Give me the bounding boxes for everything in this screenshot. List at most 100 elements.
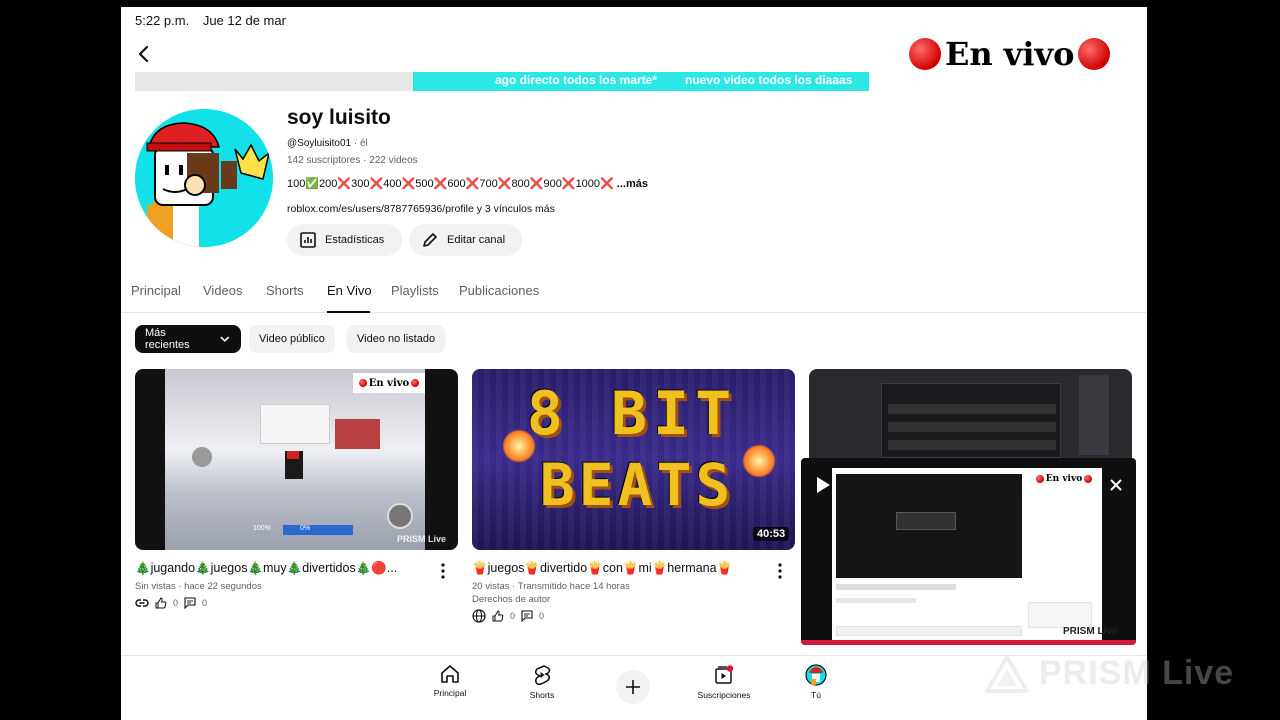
- close-icon[interactable]: [1109, 478, 1123, 492]
- play-icon[interactable]: [815, 476, 831, 494]
- comment-icon[interactable]: [184, 597, 196, 609]
- comment-icon[interactable]: [521, 610, 533, 622]
- comment-count: 0: [539, 611, 545, 621]
- nav-principal-label: Principal: [433, 688, 467, 698]
- more-options-icon[interactable]: [440, 563, 446, 579]
- chevron-down-icon: [220, 336, 230, 343]
- tab-principal[interactable]: Principal: [131, 283, 181, 298]
- video-meta: Sin vistas · hace 22 segundos: [135, 581, 262, 592]
- miniplayer[interactable]: En vivo PRISM Live: [801, 458, 1136, 645]
- video-title[interactable]: 🎄jugando🎄juegos🎄muy🎄divertidos🎄🔴...: [135, 561, 397, 576]
- home-icon: [441, 665, 459, 683]
- unlisted-link-icon: [135, 599, 149, 607]
- thumb-8bit-text: 8 BIT: [526, 379, 738, 449]
- comment-count: 0: [202, 598, 208, 608]
- like-icon[interactable]: [155, 597, 167, 609]
- channel-banner: ago directo todos los marte* nuevo video…: [135, 72, 869, 91]
- en-vivo-overlay-title: En vivo: [909, 35, 1111, 73]
- video-thumbnail[interactable]: En vivo 100% 0% PRISM Live: [135, 369, 458, 550]
- channel-handle-line: @Soyluisito01 · él: [287, 138, 368, 149]
- stats-button[interactable]: Estadísticas: [287, 224, 402, 256]
- nav-tu[interactable]: Tú: [786, 664, 846, 700]
- pencil-icon: [423, 233, 437, 247]
- roblox-gameplay-image: [165, 369, 425, 550]
- description-more-link[interactable]: ...más: [617, 178, 648, 190]
- channel-links[interactable]: roblox.com/es/users/8787765936/profile y…: [287, 203, 555, 215]
- like-count: 0: [510, 611, 516, 621]
- explosion-icon: [742, 444, 776, 478]
- nav-tu-label: Tú: [811, 690, 821, 700]
- video-copyright-notice: Derechos de autor: [472, 594, 551, 605]
- video-thumbnail[interactable]: 8 BIT BEATS 40:53: [472, 369, 795, 550]
- description-milestone: 200❌: [319, 178, 352, 190]
- thumb-prism-brand: PRISM Live: [397, 534, 447, 544]
- miniplayer-en-vivo-label: En vivo: [1028, 470, 1100, 488]
- video-duration: 40:53: [753, 527, 790, 541]
- red-dot-icon: [909, 38, 941, 70]
- tab-en-vivo[interactable]: En Vivo: [327, 283, 372, 298]
- tab-videos[interactable]: Videos: [203, 283, 243, 298]
- video-title[interactable]: 🍟juegos🍟divertido🍟con🍟mi🍟hermana🍟: [472, 561, 732, 576]
- miniplayer-progress-bar: [801, 640, 1136, 645]
- stats-button-label: Estadísticas: [325, 234, 385, 246]
- globe-icon: [472, 609, 486, 623]
- subscriptions-icon: [715, 665, 734, 684]
- prism-logo-icon: [985, 654, 1029, 693]
- settings-panel-image: [881, 383, 1061, 458]
- channel-name: soy luisito: [287, 106, 391, 129]
- shorts-icon: [534, 665, 551, 685]
- plus-icon: [626, 680, 640, 694]
- filter-unlisted-chip[interactable]: Video no listado: [347, 325, 446, 353]
- prism-watermark-text: PRISM Live: [1039, 654, 1235, 692]
- like-count: 0: [173, 598, 179, 608]
- edit-channel-button[interactable]: Editar canal: [409, 224, 522, 256]
- filter-public-chip[interactable]: Video público: [249, 325, 335, 353]
- channel-avatar[interactable]: [135, 109, 273, 247]
- channel-tabs: Principal Videos Shorts En Vivo Playlist…: [121, 271, 1147, 313]
- like-icon[interactable]: [492, 610, 504, 622]
- description-milestone: 500❌: [415, 178, 448, 190]
- banner-text-right: nuevo video todos los diaaas: [685, 73, 853, 87]
- en-vivo-overlay-text: En vivo: [945, 35, 1075, 73]
- subscriber-count: 142 suscriptores: [287, 155, 361, 166]
- thumb-beats-text: BEATS: [539, 451, 735, 519]
- thumb-hud-health: 100%: [253, 525, 271, 532]
- video-actions: 0 0: [135, 597, 207, 609]
- video-count: 222 videos: [369, 155, 418, 166]
- tab-playlists[interactable]: Playlists: [391, 283, 439, 298]
- description-milestone: 800❌: [511, 178, 544, 190]
- red-dot-icon: [1078, 38, 1111, 70]
- you-avatar-icon: [805, 664, 827, 686]
- miniplayer-video-frame: En vivo: [832, 468, 1102, 645]
- description-milestone: 600❌: [447, 178, 480, 190]
- description-milestone: 300❌: [351, 178, 384, 190]
- sort-chip-label: Más recientes: [145, 327, 190, 351]
- description-milestone: 1000❌: [575, 178, 614, 190]
- status-date: Jue 12 de mar: [202, 13, 286, 28]
- nav-suscripciones[interactable]: Suscripciones: [694, 664, 754, 700]
- back-arrow-icon[interactable]: [133, 43, 155, 65]
- description-milestone: 900❌: [543, 178, 576, 190]
- nav-shorts-label: Shorts: [529, 690, 555, 700]
- sort-most-recent-chip[interactable]: Más recientes: [135, 325, 241, 353]
- description-milestone: 700❌: [479, 178, 512, 190]
- nav-principal[interactable]: Principal: [420, 664, 480, 698]
- thumb-hud-shield: 0%: [300, 525, 311, 532]
- channel-stats: 142 suscriptores · 222 videos: [287, 155, 418, 166]
- prism-live-watermark: PRISM Live: [985, 654, 1234, 693]
- channel-handle: @Soyluisito01: [287, 138, 352, 149]
- channel-description[interactable]: 100✅200❌300❌400❌500❌600❌700❌800❌900❌1000…: [287, 177, 648, 190]
- tab-shorts[interactable]: Shorts: [266, 283, 304, 298]
- miniplayer-prism-brand: PRISM Live: [1063, 626, 1118, 637]
- video-meta: 20 vistas · Transmitido hace 14 horas: [472, 581, 630, 592]
- description-milestone: 400❌: [383, 178, 416, 190]
- description-milestone: 100✅: [287, 178, 320, 190]
- banner-text-left: ago directo todos los marte*: [495, 73, 658, 87]
- tab-publicaciones[interactable]: Publicaciones: [459, 283, 539, 298]
- avatar-roblox-character-image: [135, 109, 273, 247]
- nav-create-button[interactable]: [616, 670, 650, 704]
- thumb-en-vivo-label: En vivo: [353, 373, 425, 393]
- more-options-icon[interactable]: [777, 563, 783, 579]
- nav-shorts[interactable]: Shorts: [512, 664, 572, 700]
- video-actions: 0 0: [472, 609, 544, 623]
